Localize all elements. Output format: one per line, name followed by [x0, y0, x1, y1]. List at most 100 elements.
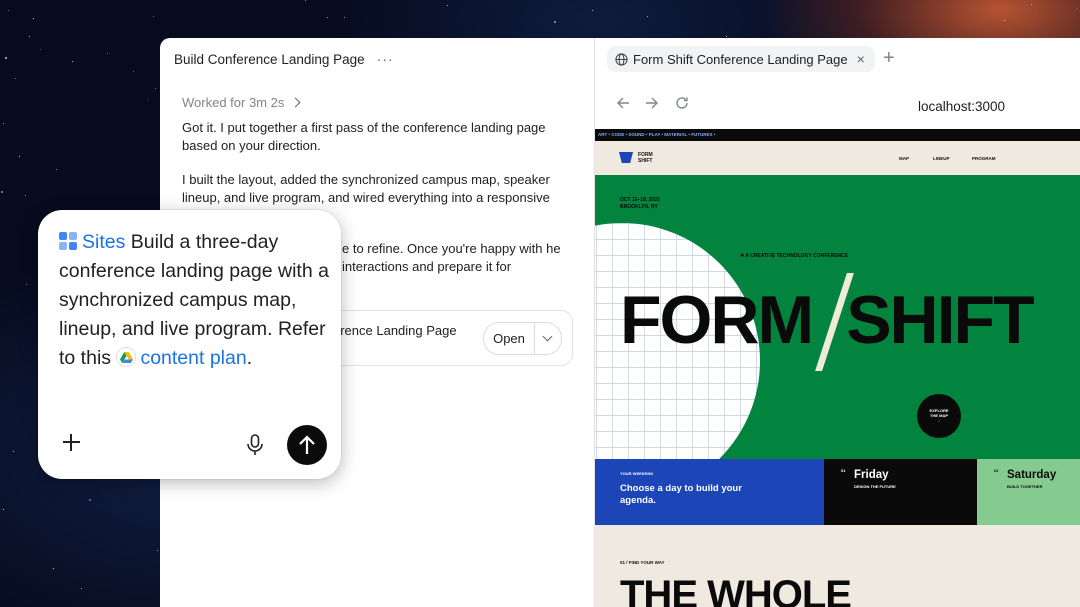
artifact-card[interactable]: erence Landing Page Open: [310, 310, 573, 366]
browser-panel: Form Shift Conference Landing Page × + l…: [594, 38, 1080, 607]
back-arrow-icon[interactable]: [616, 96, 630, 110]
mic-icon[interactable]: [246, 434, 264, 456]
star: [8, 10, 9, 11]
artifact-title: erence Landing Page: [333, 323, 457, 338]
send-button[interactable]: [287, 425, 327, 465]
new-tab-button[interactable]: +: [883, 47, 895, 70]
star: [53, 568, 54, 569]
tab-close-button[interactable]: ×: [857, 51, 865, 67]
star: [554, 21, 556, 23]
prompt-card: Sites Build a three-day conference landi…: [38, 210, 341, 479]
star: [13, 451, 14, 452]
response-paragraph-2: I built the layout, added the synchroniz…: [182, 172, 550, 205]
open-button[interactable]: Open: [483, 322, 562, 355]
drive-icon: [116, 347, 137, 367]
star: [81, 588, 82, 589]
star: [5, 57, 7, 59]
open-divider: [534, 322, 535, 355]
star: [133, 71, 134, 72]
star: [726, 36, 727, 37]
content-plan-link[interactable]: content plan: [140, 347, 246, 369]
nav-link-lineup[interactable]: LINEUP: [933, 156, 950, 161]
explore-map-button[interactable]: EXPLORE THE MAP ↓: [917, 394, 961, 438]
star: [3, 509, 4, 510]
star: [1031, 4, 1032, 5]
star: [1004, 20, 1005, 21]
star: [72, 61, 73, 62]
star: [147, 99, 148, 100]
chat-title: Build Conference Landing Page: [174, 51, 365, 67]
website-preview: ART • CODE • SOUND • PLAY • MATERIAL • F…: [595, 129, 1080, 607]
send-arrow-icon: [299, 435, 315, 454]
forward-arrow-icon[interactable]: [645, 96, 659, 110]
hero-section: OCT 16–18, 2026 BROOKLYN, NY ✱ A CREATIV…: [595, 175, 1080, 459]
day-name: Friday: [854, 469, 889, 481]
star: [1, 191, 3, 193]
explore-arrow-icon: ↓: [937, 418, 941, 424]
star: [15, 78, 16, 79]
hero-title-right: SHIFT: [846, 282, 1034, 358]
globe-icon: [615, 52, 628, 66]
star: [107, 53, 108, 54]
star: [155, 88, 156, 89]
plus-icon[interactable]: [62, 433, 81, 452]
star: [153, 16, 154, 17]
chat-header: Build Conference Landing Page ···: [174, 50, 394, 68]
star: [305, 0, 306, 1]
day-subtitle: DESIGN THE FUTURE: [854, 484, 896, 489]
response-paragraph-3: e to refine. Once you're happy with he i…: [342, 241, 561, 274]
star: [25, 195, 26, 196]
open-button-label: Open: [493, 331, 525, 346]
hero-title-left: FORM: [620, 282, 814, 358]
star: [592, 10, 593, 11]
star: [647, 16, 648, 17]
nav-link-map[interactable]: MAP: [899, 156, 909, 161]
star: [157, 550, 158, 551]
star: [40, 49, 41, 50]
star: [56, 169, 57, 170]
day-number: 02: [994, 468, 999, 473]
day-card-friday[interactable]: 01 Friday DESIGN THE FUTURE: [824, 459, 977, 525]
browser-tab[interactable]: Form Shift Conference Landing Page ×: [607, 46, 875, 72]
star: [3, 123, 4, 124]
worked-for-toggle[interactable]: Worked for 3m 2s: [182, 95, 301, 110]
ticker-bar: ART • CODE • SOUND • PLAY • MATERIAL • F…: [595, 129, 1080, 141]
star: [26, 284, 27, 285]
day-number: 01: [841, 468, 846, 473]
star: [19, 156, 20, 157]
hero-date: OCT 16–18, 2026 BROOKLYN, NY: [620, 197, 660, 211]
site-logo[interactable]: FORM SHIFT: [638, 152, 658, 164]
prompt-text: Sites Build a three-day conference landi…: [59, 228, 329, 373]
section-label: 01 / FIND YOUR WAY: [620, 560, 665, 565]
star: [1076, 8, 1077, 9]
reload-icon[interactable]: [675, 96, 689, 110]
weekend-label: YOUR WEEKEND: [620, 471, 654, 476]
logo-mark: [619, 152, 633, 163]
worked-for-label: Worked for 3m 2s: [182, 95, 285, 110]
star: [89, 499, 91, 501]
site-nav: FORM SHIFT MAP LINEUP PROGRAM: [595, 141, 1080, 175]
day-subtitle: BUILD TOGETHER: [1007, 484, 1043, 489]
response-paragraph-1: Got it. I put together a first pass of t…: [182, 120, 546, 153]
section-title: THE WHOLE: [620, 573, 852, 607]
star: [29, 36, 30, 37]
url-bar[interactable]: localhost:3000: [918, 99, 1005, 114]
day-name: Saturday: [1007, 469, 1057, 481]
sites-icon: [59, 232, 78, 251]
day-selector: YOUR WEEKEND Choose a day to build your …: [595, 459, 1080, 525]
star: [33, 18, 34, 19]
tab-title: Form Shift Conference Landing Page: [633, 51, 848, 67]
explore-map-label: EXPLORE THE MAP: [929, 408, 949, 418]
prompt-end: .: [246, 347, 253, 369]
chevron-down-icon[interactable]: [542, 331, 553, 342]
star: [327, 17, 328, 18]
nav-link-program[interactable]: PROGRAM: [972, 156, 996, 161]
event-location: BROOKLYN, NY: [620, 204, 658, 210]
sites-chip[interactable]: Sites: [82, 231, 125, 253]
hero-tagline: ✱ A CREATIVE TECHNOLOGY CONFERENCE: [740, 253, 849, 259]
weekend-heading: Choose a day to build your agenda.: [620, 483, 742, 506]
day-card-saturday[interactable]: 02 Saturday BUILD TOGETHER: [977, 459, 1080, 525]
more-options-button[interactable]: ···: [377, 51, 394, 67]
star: [344, 17, 345, 18]
star: [447, 5, 448, 6]
